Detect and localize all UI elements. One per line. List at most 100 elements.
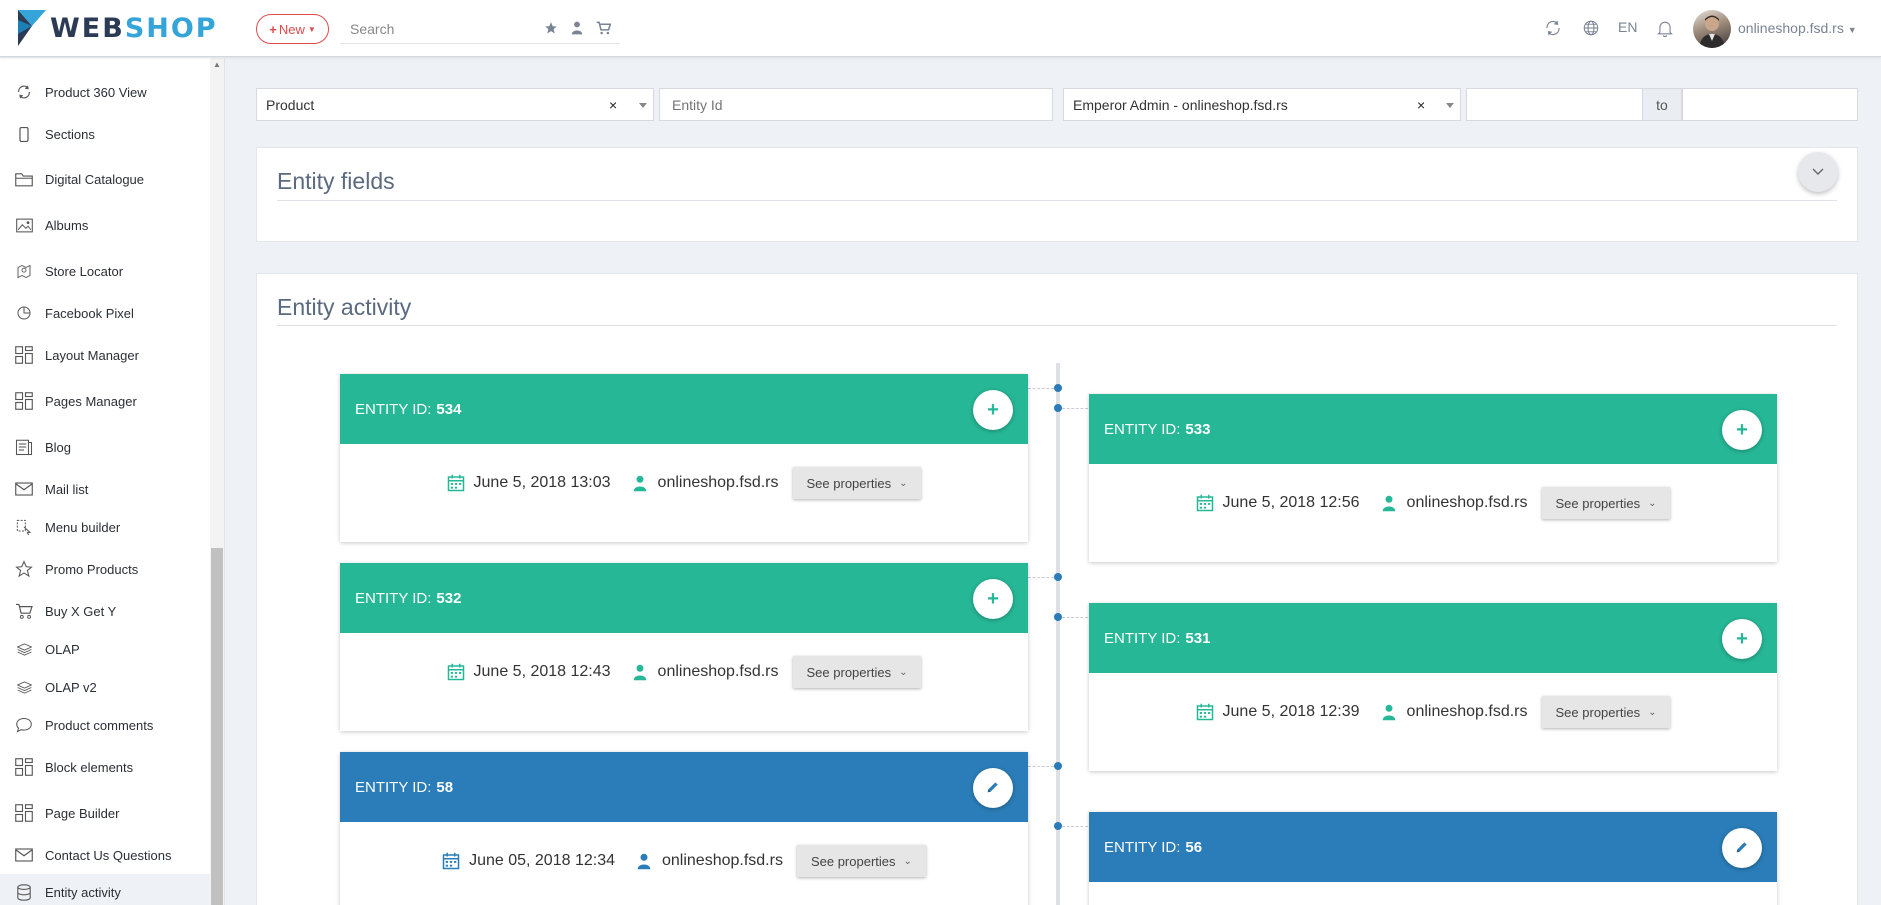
timeline-connector [1028, 577, 1054, 578]
timeline-connector [1062, 408, 1088, 409]
activity-date: June 5, 2018 13:03 [473, 474, 611, 491]
sidebar: Product 360 View Sections Digital Catalo… [0, 58, 225, 905]
sidebar-item-product-comments[interactable]: Product comments [0, 707, 210, 743]
entity-id-value: 56 [1185, 838, 1203, 856]
sidebar-item-menu-builder[interactable]: Menu builder [0, 509, 210, 545]
layout-icon [14, 391, 34, 411]
activity-card: ENTITY ID: 532 + June 5, 2018 12:43 onlin… [340, 563, 1028, 731]
envelope-icon [14, 845, 34, 865]
see-properties-button[interactable]: See properties ⌄ [1541, 696, 1671, 728]
scroll-up-arrow-icon[interactable]: ▲ [212, 60, 222, 70]
date-from-input[interactable] [1466, 88, 1643, 121]
sidebar-item-facebook-pixel[interactable]: Facebook Pixel [0, 295, 210, 331]
language-selector[interactable]: EN [1618, 19, 1637, 35]
timeline-dot [1054, 573, 1062, 581]
entity-id-label: ENTITY ID: [1104, 629, 1181, 647]
activity-card-header: ENTITY ID: 533 + [1089, 394, 1777, 464]
see-properties-button[interactable]: See properties ⌄ [1541, 487, 1671, 519]
pie-chart-icon [14, 303, 34, 323]
blog-icon [14, 437, 34, 457]
user-icon [631, 474, 649, 492]
clear-icon[interactable]: × [1417, 97, 1425, 113]
chevron-down-icon [639, 103, 647, 108]
create-action-button[interactable]: + [973, 390, 1013, 430]
sidebar-item-buy-x-get-y[interactable]: Buy X Get Y [0, 593, 210, 629]
sidebar-item-layout-manager[interactable]: Layout Manager [0, 337, 210, 373]
activity-user: onlineshop.fsd.rs [657, 474, 779, 491]
sidebar-item-label: Menu builder [45, 519, 121, 535]
refresh-icon[interactable] [1544, 19, 1562, 37]
mobile-icon [14, 124, 34, 144]
chevron-down-icon: ⌄ [899, 666, 908, 678]
entity-id-label: ENTITY ID: [355, 589, 432, 607]
sidebar-scrollbar-thumb[interactable] [211, 548, 223, 905]
sidebar-item-block-elements[interactable]: Block elements [0, 749, 210, 785]
sidebar-item-olap-v2[interactable]: OLAP v2 [0, 669, 210, 705]
sidebar-item-blog[interactable]: Blog [0, 429, 210, 465]
sidebar-item-entity-activity[interactable]: Entity activity [0, 874, 210, 905]
calendar-icon [447, 474, 465, 492]
entity-id-input[interactable] [659, 88, 1053, 121]
activity-card: ENTITY ID: 533 + June 5, 2018 12:56 onlin… [1089, 394, 1777, 562]
star-icon[interactable] [542, 19, 560, 37]
refresh-icon [14, 82, 34, 102]
create-action-button[interactable]: + [1722, 619, 1762, 659]
user-menu[interactable]: onlineshop.fsd.rs ▼ [1738, 20, 1857, 36]
sidebar-item-page-builder[interactable]: Page Builder [0, 795, 210, 831]
chevron-down-icon [1812, 163, 1824, 181]
calendar-icon [1196, 494, 1214, 512]
timeline-dot [1054, 822, 1062, 830]
edit-action-button[interactable] [973, 768, 1013, 808]
see-properties-label: See properties [1555, 495, 1641, 511]
timeline-dot [1054, 384, 1062, 392]
star-icon [14, 559, 34, 579]
avatar[interactable] [1693, 10, 1731, 48]
webshop-logo[interactable]: WEBSHOP [18, 10, 218, 46]
new-button[interactable]: + New ▼ [256, 14, 329, 44]
edit-action-button[interactable] [1722, 828, 1762, 868]
sidebar-item-mail-list[interactable]: Mail list [0, 471, 210, 507]
see-properties-button[interactable]: See properties ⌄ [792, 656, 922, 688]
see-properties-button[interactable]: See properties ⌄ [792, 467, 922, 499]
chevron-down-icon: ⌄ [1648, 706, 1657, 718]
new-button-label: New [278, 21, 305, 37]
activity-user: onlineshop.fsd.rs [1406, 494, 1528, 511]
top-header: WEBSHOP + New ▼ EN onlineshop.fsd.rs ▼ [0, 0, 1881, 57]
clear-icon[interactable]: × [609, 97, 617, 113]
sidebar-partial-icon [16, 58, 34, 60]
sidebar-item-contact-us-questions[interactable]: Contact Us Questions [0, 837, 210, 873]
date-to-input[interactable] [1682, 88, 1858, 121]
activity-card: ENTITY ID: 58 June 05, 2018 12:34 onlines… [340, 752, 1028, 905]
sidebar-item-label: Pages Manager [45, 393, 137, 409]
sidebar-item-olap[interactable]: OLAP [0, 631, 210, 667]
entity-id-label: ENTITY ID: [1104, 420, 1181, 438]
sidebar-item-pages-manager[interactable]: Pages Manager [0, 383, 210, 419]
timeline-connector [1062, 617, 1088, 618]
timeline-dot [1054, 404, 1062, 412]
sidebar-item-albums[interactable]: Albums [0, 207, 210, 243]
create-action-button[interactable]: + [1722, 410, 1762, 450]
sidebar-item-store-locator[interactable]: Store Locator [0, 253, 210, 289]
sidebar-item-promo-products[interactable]: Promo Products [0, 551, 210, 587]
activity-card: ENTITY ID: 534 + June 5, 2018 13:03 onlin… [340, 374, 1028, 542]
sidebar-item-product-360-view[interactable]: Product 360 View [0, 74, 210, 110]
envelope-icon [14, 479, 34, 499]
sidebar-item-label: OLAP [45, 641, 80, 657]
activity-user: onlineshop.fsd.rs [661, 852, 783, 869]
globe-icon[interactable] [1582, 19, 1600, 37]
sidebar-item-sections[interactable]: Sections [0, 116, 210, 152]
layers-icon [14, 639, 34, 659]
expand-button[interactable] [1798, 152, 1838, 192]
sidebar-item-digital-catalogue[interactable]: Digital Catalogue [0, 161, 210, 197]
create-action-button[interactable]: + [973, 579, 1013, 619]
logo-text-shop: SHOP [124, 12, 218, 44]
sidebar-item-label: Page Builder [45, 805, 120, 821]
activity-card-body [1089, 882, 1777, 905]
entity-type-select[interactable]: Product × [256, 88, 654, 121]
user-icon[interactable] [568, 19, 586, 37]
see-properties-button[interactable]: See properties ⌄ [796, 845, 926, 877]
cart-icon[interactable] [594, 19, 612, 37]
entity-activity-title: Entity activity [277, 294, 412, 320]
user-select[interactable]: Emperor Admin - onlineshop.fsd.rs × [1063, 88, 1461, 121]
bell-icon[interactable] [1656, 19, 1674, 37]
